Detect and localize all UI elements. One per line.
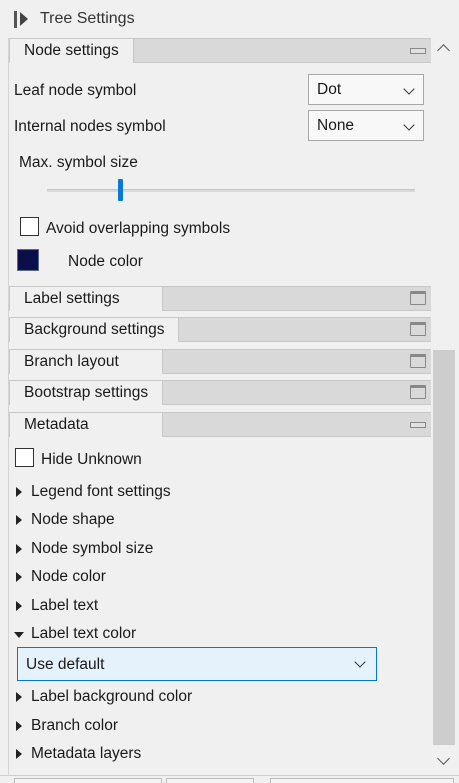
tree-item-label-text[interactable]: Label text bbox=[9, 595, 309, 619]
bottom-tab[interactable] bbox=[166, 778, 254, 783]
folder-icon[interactable] bbox=[410, 385, 426, 399]
node-color-label: Node color bbox=[68, 253, 143, 270]
expand-arrow-icon[interactable] bbox=[16, 692, 22, 702]
label-text-color-select[interactable]: Use default bbox=[17, 647, 377, 681]
section-background-settings[interactable]: Background settings bbox=[9, 317, 431, 342]
tree-item-metadata-layers[interactable]: Metadata layers bbox=[9, 743, 309, 767]
label-text-color-value: Use default bbox=[26, 656, 105, 673]
tree-item-label: Branch color bbox=[31, 717, 119, 734]
folder-icon[interactable] bbox=[410, 322, 426, 336]
tree-item-branch-color[interactable]: Branch color bbox=[9, 715, 309, 739]
bottom-tab-strip bbox=[0, 775, 459, 783]
tree-item-label: Label background color bbox=[31, 688, 193, 705]
section-metadata-label[interactable]: Metadata bbox=[9, 412, 163, 437]
internal-nodes-symbol-value: None bbox=[317, 117, 355, 134]
avoid-overlapping-checkbox[interactable] bbox=[20, 217, 39, 236]
expand-arrow-icon[interactable] bbox=[16, 721, 22, 731]
tree-item-label: Legend font settings bbox=[31, 483, 171, 500]
avoid-overlapping-label: Avoid overlapping symbols bbox=[46, 220, 231, 237]
max-symbol-size-slider[interactable] bbox=[47, 189, 415, 192]
max-symbol-size-handle[interactable] bbox=[118, 179, 123, 201]
section-metadata[interactable]: Metadata bbox=[9, 412, 431, 437]
tree-item-node-shape[interactable]: Node shape bbox=[9, 509, 309, 533]
expand-arrow-icon[interactable] bbox=[16, 544, 22, 554]
collapse-arrow-icon[interactable] bbox=[14, 632, 24, 638]
tree-item-label: Node color bbox=[31, 568, 106, 585]
tree-item-node-symbol-size[interactable]: Node symbol size bbox=[9, 538, 309, 562]
bottom-tab[interactable] bbox=[270, 778, 454, 783]
leaf-node-symbol-select[interactable]: Dot bbox=[308, 74, 424, 105]
expand-arrow-icon[interactable] bbox=[16, 601, 22, 611]
folder-icon[interactable] bbox=[410, 291, 426, 305]
scrollbar-thumb[interactable] bbox=[433, 350, 455, 745]
bottom-tab[interactable] bbox=[14, 778, 162, 783]
section-node-settings-label[interactable]: Node settings bbox=[9, 38, 134, 63]
expand-arrow-icon[interactable] bbox=[16, 487, 22, 497]
section-bootstrap-settings[interactable]: Bootstrap settings bbox=[9, 380, 431, 405]
tree-item-label: Node shape bbox=[31, 511, 115, 528]
tree-item-label-text-color[interactable]: Label text color bbox=[9, 623, 309, 647]
dock-grip-icon[interactable] bbox=[14, 11, 17, 28]
expand-arrow-icon[interactable] bbox=[16, 749, 22, 759]
section-branch-layout[interactable]: Branch layout bbox=[9, 349, 431, 374]
tree-item-node-color[interactable]: Node color bbox=[9, 566, 309, 590]
tree-item-label: Label text bbox=[31, 597, 99, 614]
folder-icon[interactable] bbox=[410, 354, 426, 368]
chevron-down-icon bbox=[403, 119, 415, 131]
tree-item-label: Node symbol size bbox=[31, 540, 154, 557]
hide-unknown-label: Hide Unknown bbox=[41, 451, 142, 468]
scroll-up-icon[interactable] bbox=[437, 44, 450, 57]
panel-titlebar: Tree Settings bbox=[0, 0, 459, 38]
section-background-settings-label[interactable]: Background settings bbox=[9, 317, 180, 342]
panel-title: Tree Settings bbox=[40, 10, 135, 27]
tree-item-label: Metadata layers bbox=[31, 745, 142, 762]
expand-arrow-icon[interactable] bbox=[16, 572, 22, 582]
leaf-node-symbol-label: Leaf node symbol bbox=[14, 82, 137, 99]
minimize-icon[interactable] bbox=[410, 422, 426, 428]
expand-arrow-icon[interactable] bbox=[16, 515, 22, 525]
internal-nodes-symbol-label: Internal nodes symbol bbox=[14, 118, 166, 135]
hide-unknown-checkbox[interactable] bbox=[15, 448, 34, 467]
max-symbol-size-label: Max. symbol size bbox=[19, 154, 138, 171]
internal-nodes-symbol-select[interactable]: None bbox=[308, 110, 424, 141]
chevron-down-icon bbox=[403, 83, 415, 95]
section-node-settings[interactable]: Node settings bbox=[9, 38, 431, 63]
settings-content: Node settings Leaf node symbol Dot Inter… bbox=[8, 38, 431, 775]
collapse-panel-icon[interactable] bbox=[20, 12, 28, 26]
section-label-settings[interactable]: Label settings bbox=[9, 286, 431, 311]
node-color-swatch[interactable] bbox=[17, 249, 39, 271]
vertical-scrollbar[interactable] bbox=[431, 38, 457, 775]
section-branch-layout-label[interactable]: Branch layout bbox=[9, 349, 163, 374]
section-label-settings-label[interactable]: Label settings bbox=[9, 286, 163, 311]
chevron-down-icon bbox=[354, 656, 366, 668]
tree-item-legend-font-settings[interactable]: Legend font settings bbox=[9, 481, 309, 505]
minimize-icon[interactable] bbox=[410, 48, 426, 54]
tree-item-label: Label text color bbox=[31, 625, 137, 642]
tree-item-label-background-color[interactable]: Label background color bbox=[9, 686, 309, 710]
section-bootstrap-settings-label[interactable]: Bootstrap settings bbox=[9, 380, 164, 405]
scroll-down-icon[interactable] bbox=[437, 752, 450, 765]
leaf-node-symbol-value: Dot bbox=[317, 81, 342, 98]
